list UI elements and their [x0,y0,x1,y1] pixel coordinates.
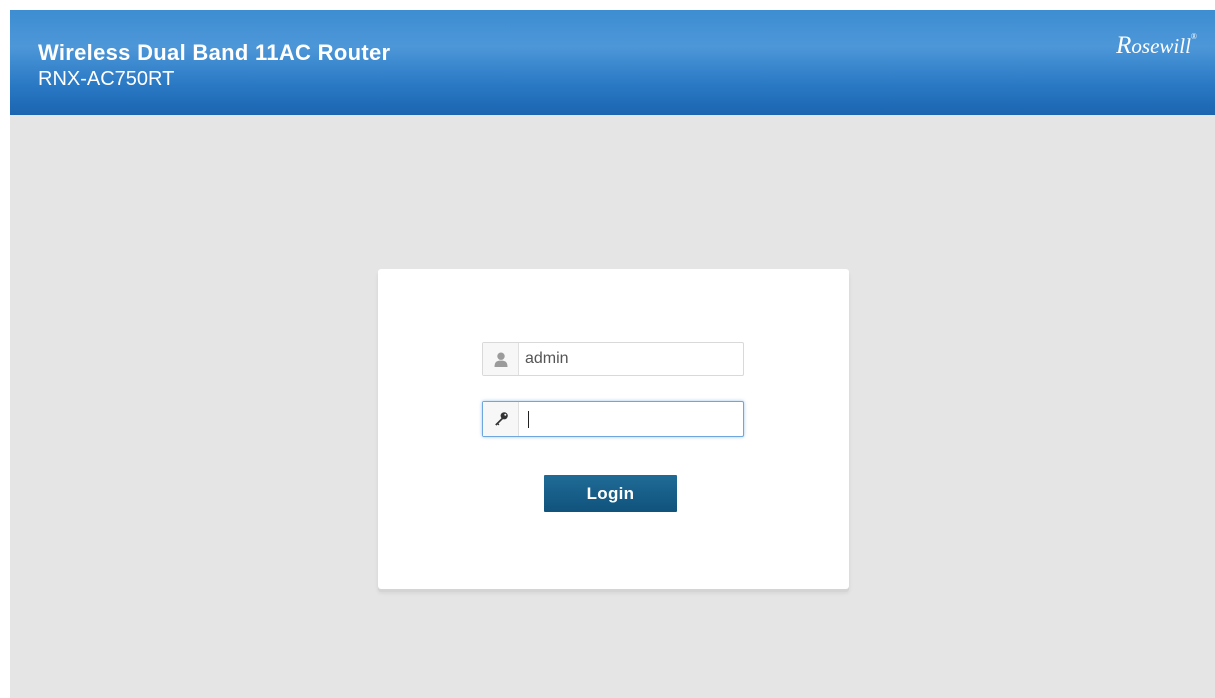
password-input[interactable] [525,402,737,436]
user-icon [483,343,519,375]
product-title: Wireless Dual Band 11AC Router [38,40,391,65]
text-cursor [528,411,529,428]
login-page: Wireless Dual Band 11AC Router RNX-AC750… [10,10,1215,698]
brand-logo: Rosewill® [1116,32,1197,59]
key-icon [483,402,519,436]
username-field [482,342,744,376]
product-model: RNX-AC750RT [38,68,175,90]
login-card: Login [378,269,849,589]
username-input[interactable] [525,343,737,375]
login-button[interactable]: Login [544,475,677,512]
header-banner: Wireless Dual Band 11AC Router RNX-AC750… [10,10,1215,115]
password-field [482,401,744,437]
